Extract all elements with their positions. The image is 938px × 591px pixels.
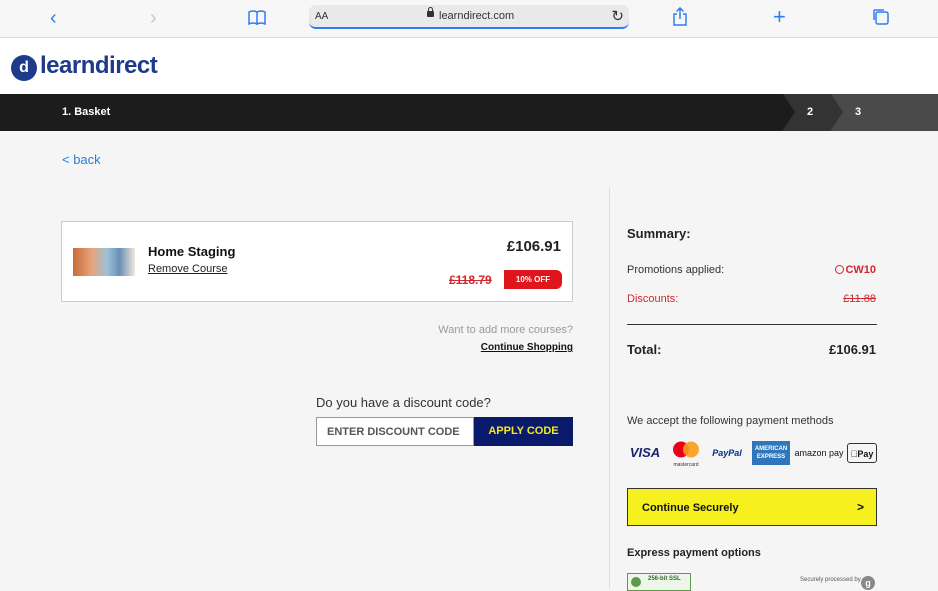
continue-securely-label: Continue Securely — [642, 502, 739, 514]
remove-promo-icon[interactable] — [835, 265, 845, 274]
logo-text[interactable]: learndirect — [40, 52, 158, 80]
course-old-price: £118.79 — [449, 273, 492, 287]
apple-pay-logo: Pay — [847, 443, 877, 463]
summary-divider — [627, 324, 877, 325]
promotions-label: Promotions applied: — [627, 264, 725, 276]
back-icon[interactable]: ‹ — [50, 8, 57, 28]
ssl-lock-icon — [631, 577, 641, 587]
course-title: Home Staging — [148, 244, 236, 259]
apply-code-button[interactable]: APPLY CODE — [474, 417, 573, 446]
paypal-logo: PayPal — [712, 448, 742, 458]
discounts-value: £11.88 — [843, 293, 876, 305]
promotion-code-text: CW10 — [845, 264, 876, 276]
summary-title: Summary: — [627, 226, 691, 241]
forward-icon[interactable]: › — [150, 8, 157, 28]
mastercard-logo: mastercard — [670, 441, 702, 468]
share-icon[interactable] — [672, 6, 688, 32]
step-basket: 1. Basket — [62, 106, 111, 118]
step-3-bg — [831, 94, 938, 131]
logo-mark[interactable]: d — [11, 55, 37, 81]
apple-pay-text: Pay — [853, 449, 873, 459]
step-divider — [783, 94, 795, 130]
continue-shopping-link[interactable]: Continue Shopping — [481, 342, 573, 353]
text-size-button[interactable]: AA — [315, 11, 328, 22]
total-value: £106.91 — [829, 342, 876, 357]
chevron-right-icon: > — [856, 500, 864, 514]
discounts-label: Discounts: — [627, 293, 679, 305]
address-bar[interactable]: AA learndirect.com ↻ — [309, 5, 629, 29]
express-payment-title: Express payment options — [627, 547, 761, 559]
payment-methods-text: We accept the following payment methods — [627, 415, 834, 427]
discount-question: Do you have a discount code? — [316, 395, 491, 410]
step-divider — [831, 94, 843, 130]
lock-icon — [427, 7, 434, 17]
remove-course-link[interactable]: Remove Course — [148, 263, 227, 275]
more-courses-prompt: Want to add more courses? — [438, 324, 573, 336]
ssl-badge-text: 256-bit SSL — [648, 576, 681, 582]
step-2: 2 — [807, 106, 814, 118]
tabs-icon[interactable] — [872, 8, 890, 31]
visa-logo: VISA — [629, 445, 661, 460]
discount-code-input[interactable] — [316, 417, 474, 446]
total-label: Total: — [627, 342, 662, 357]
secured-by-text: Securely processed by — [800, 577, 861, 583]
mastercard-text: mastercard — [673, 462, 699, 468]
amazon-pay-logo: amazon pay — [794, 448, 844, 458]
reload-icon[interactable]: ↻ — [611, 7, 624, 25]
step-3: 3 — [855, 106, 862, 118]
new-tab-icon[interactable]: + — [773, 6, 786, 28]
course-price: £106.91 — [506, 238, 561, 255]
continue-securely-button[interactable]: Continue Securely > — [627, 488, 877, 526]
url-text: learndirect.com — [439, 10, 515, 22]
amex-logo: AMERICAN EXPRESS — [752, 441, 790, 465]
course-thumbnail — [73, 248, 135, 276]
promotion-code[interactable]: CW10 — [835, 264, 876, 276]
summary-panel — [609, 187, 938, 588]
discount-badge: 10% OFF — [504, 270, 562, 289]
course-card — [61, 221, 573, 302]
bookmarks-icon[interactable] — [248, 10, 266, 30]
back-link[interactable]: < back — [62, 152, 101, 167]
